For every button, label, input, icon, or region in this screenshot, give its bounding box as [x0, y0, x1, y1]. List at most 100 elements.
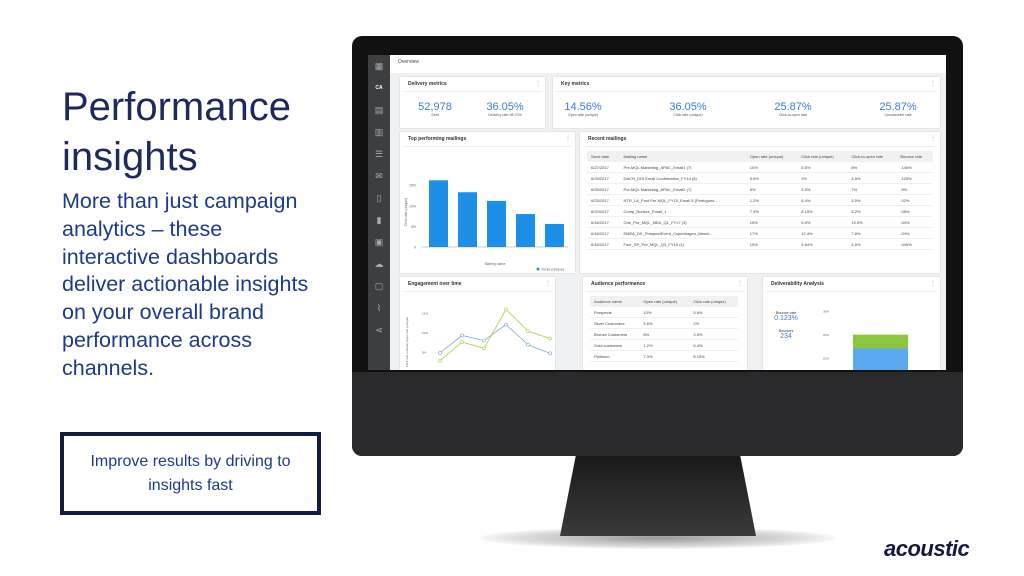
chart-icon[interactable]: ▥	[368, 121, 390, 143]
more-icon[interactable]: ⋮	[545, 280, 551, 287]
table-row[interactable]: 6/18/2017 EMEA_DK_ProspectEvent_Copenhage…	[587, 227, 933, 239]
metric: 36.05% Click rate (unique)	[663, 101, 713, 117]
table-row[interactable]: 6/25/2017 Pre-MQL Marketing_APAC_Email2 (…	[587, 183, 933, 195]
data-point[interactable]	[460, 333, 464, 338]
table-cell: 5.64%	[797, 238, 848, 250]
column-header[interactable]: Open rate (unique)	[745, 151, 798, 162]
table-row[interactable]: Silver Customers 5.6% 2%	[590, 317, 738, 329]
table-cell: 6/16/2017	[587, 238, 620, 250]
layout-icon[interactable]: ▣	[368, 231, 390, 253]
stacked-bar-segment[interactable]	[853, 334, 908, 349]
more-icon[interactable]: ⋮	[565, 135, 571, 142]
table-cell: .145%	[896, 162, 933, 173]
table-row[interactable]: Gold customers 1.2% 6.4%	[590, 339, 738, 351]
data-point[interactable]	[438, 351, 442, 355]
table-cell: 8.2%	[847, 205, 897, 217]
y-tick-label: 10%	[422, 331, 428, 335]
cloud-icon[interactable]: ☁	[368, 253, 390, 275]
bar[interactable]	[458, 192, 477, 247]
deliverability-card: Deliverability Analysis ⋮ Bounce rate 0.1…	[763, 277, 940, 370]
metric-value: 25.87%	[879, 101, 917, 113]
database-icon[interactable]: ☰	[368, 143, 390, 165]
table-cell: 17%	[745, 227, 798, 239]
report-icon[interactable]: ▤	[368, 99, 390, 121]
bar[interactable]	[487, 200, 506, 247]
table-cell: .125%	[896, 172, 933, 184]
file-icon[interactable]: ▢	[368, 275, 390, 297]
table-cell: 7.3%	[745, 205, 798, 217]
table-row[interactable]: 6/16/2017 Four_SP_Pre_MQL_Q3_FY16 (4) 15% 5…	[587, 238, 933, 250]
card-title: Deliverability Analysis	[766, 277, 937, 292]
metric-value: 25.87%	[774, 101, 812, 113]
column-header[interactable]: Click-to-open rate	[847, 151, 897, 162]
y-tick-label: 15%	[422, 312, 428, 316]
more-icon[interactable]: ⋮	[737, 280, 743, 287]
mobile-icon[interactable]: ▯	[368, 187, 390, 209]
table-row[interactable]: Platinum 7.3% 8.15%	[590, 350, 738, 362]
slide-title: Performance insights	[62, 82, 291, 182]
engagement-chart: 5% 10% 15% Click rate (unique) Open rate (u…	[405, 307, 552, 367]
table-cell: Silver Customers	[590, 317, 640, 329]
card-title: Delivery metrics	[403, 77, 542, 92]
table-row[interactable]: Bronze Customers 8% 3.5%	[590, 328, 738, 340]
bar[interactable]	[429, 180, 448, 247]
device-icon[interactable]: ▮	[368, 209, 390, 231]
data-point[interactable]	[482, 346, 486, 351]
metric-label: Click rate (unique)	[673, 113, 703, 117]
y-tick-label: 10%	[823, 357, 829, 361]
graph-icon[interactable]: ⌇	[368, 297, 390, 319]
bar[interactable]	[516, 214, 535, 247]
table-cell: 3.5%	[797, 183, 848, 195]
table-cell: 6/18/2017	[587, 227, 620, 239]
mail-icon[interactable]: ✉	[368, 165, 390, 187]
column-header[interactable]: Bounce rate	[896, 151, 933, 162]
table-row[interactable]: Prospects 10% 5.6%	[590, 307, 738, 318]
table-cell: Four_SP_Pre_MQL_Q3_FY16 (4)	[619, 238, 746, 250]
column-header[interactable]: Click rate (unique)	[689, 296, 738, 307]
more-icon[interactable]: ⋮	[930, 80, 936, 87]
header-row: Audience name Open rate (unique) Click rat…	[590, 296, 738, 307]
table-cell: DACH_DOI Email Confirmation_FY14 (8)	[619, 172, 746, 184]
table-cell: 6.4%	[797, 194, 848, 206]
table-row[interactable]: 6/23/2017 NTR_LA_Post Pre MQL_FY15_Email …	[587, 194, 933, 206]
bar[interactable]	[545, 223, 564, 247]
table-row[interactable]: 6/27/2017 Pre-MQL Marketing_APAC_Email1 (…	[587, 162, 933, 173]
data-point[interactable]	[438, 358, 442, 363]
more-icon[interactable]: ⋮	[930, 135, 936, 142]
column-header[interactable]: Audience name	[590, 296, 640, 307]
table-row[interactable]: 6/20/2017 Comp_Nurture_Email_1 7.3% 8.15% 8.…	[587, 205, 933, 217]
table-cell: Pre-MQL Marketing_APAC_Email1 (7)	[619, 162, 746, 173]
data-point[interactable]	[548, 336, 552, 341]
card-title: Recent mailings	[583, 132, 937, 147]
audience-card: Audience performance ⋮ Audience name Open …	[583, 277, 747, 370]
metric-value: 36.05%	[486, 101, 524, 113]
legend-marker	[536, 267, 540, 271]
table-cell: 3.5%	[689, 328, 738, 340]
table-row[interactable]: 6/18/2017 One_Pre_MQL_MEA_Q1_FY17 (3) 10% 6…	[587, 216, 933, 228]
more-icon[interactable]: ⋮	[930, 280, 936, 287]
data-point[interactable]	[548, 351, 552, 356]
user-avatar[interactable]: CA	[368, 77, 390, 99]
column-header[interactable]: Open rate (unique)	[639, 296, 690, 307]
table-row[interactable]: 6/25/2017 DACH_DOI Email Confirmation_FY1…	[587, 172, 933, 184]
metric-label: Unsubscribe rate	[884, 113, 912, 117]
grid-icon[interactable]: ▦	[368, 55, 390, 77]
data-point[interactable]	[482, 338, 486, 343]
more-icon[interactable]: ⋮	[535, 80, 541, 87]
column-header[interactable]: Mailing name	[619, 151, 746, 162]
data-point[interactable]	[504, 307, 508, 312]
metric-value: 36.05%	[669, 101, 707, 113]
y-tick-label: 0	[414, 246, 416, 250]
header-row: Send date Mailing name Open rate (unique) C…	[587, 151, 933, 162]
series-line	[439, 308, 551, 362]
data-point[interactable]	[526, 342, 530, 347]
data-point[interactable]	[526, 329, 530, 333]
stacked-bar-segment[interactable]	[853, 348, 908, 370]
table-cell: 6/25/2017	[587, 183, 620, 195]
column-header[interactable]: Send date	[587, 151, 620, 162]
share-icon[interactable]: ⋖	[368, 319, 390, 341]
data-point[interactable]	[504, 322, 508, 327]
table-cell: 8%	[745, 183, 798, 195]
data-point[interactable]	[460, 340, 464, 344]
column-header[interactable]: Click rate (unique)	[797, 151, 848, 162]
